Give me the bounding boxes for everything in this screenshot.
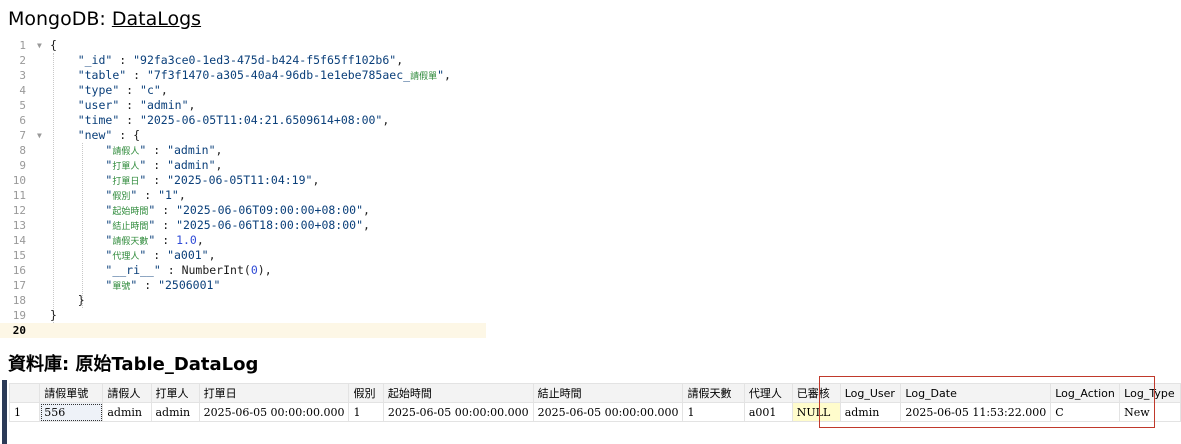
line-number: 9 [19, 159, 26, 172]
collection-link[interactable]: DataLogs [112, 8, 201, 30]
line-number: 15 [12, 249, 26, 262]
fold-arrow-icon[interactable]: ▼ [37, 128, 42, 143]
line-number: 3 [19, 69, 26, 82]
log-columns-highlight [819, 376, 1155, 428]
line-number: 12 [12, 204, 26, 217]
column-header[interactable]: 打單日 [198, 383, 350, 403]
code-line: 19 } [0, 308, 486, 323]
column-header[interactable]: 結止時間 [532, 383, 684, 403]
code-line: 17 "單號" : "2506001" [0, 278, 486, 293]
line-number: 8 [19, 144, 26, 157]
line-number: 17 [12, 279, 26, 292]
code-line: 2 "_id" : "92fa3ce0-1ed3-475d-b424-f5f65… [0, 53, 486, 68]
table-cell[interactable]: 1 [348, 402, 384, 422]
code-line: 13 "結止時間" : "2025-06-06T18:00:00+08:00", [0, 218, 486, 233]
code-line: 14 "請假天數" : 1.0, [0, 233, 486, 248]
column-header[interactable]: 請假人 [102, 383, 152, 403]
line-number: 5 [19, 99, 26, 112]
row-number[interactable]: 1 [8, 402, 41, 422]
line-number: 14 [12, 234, 26, 247]
line-number: 11 [12, 189, 26, 202]
code-line: 3 "table" : "7f3f1470-a305-40a4-96db-1e1… [0, 68, 486, 83]
code-line: 8 "請假人" : "admin", [0, 143, 486, 158]
code-line: 10 "打單日" : "2025-06-05T11:04:19", [0, 173, 486, 188]
table-cell[interactable]: admin [102, 402, 152, 422]
table-cell[interactable]: 2025-06-05 00:00:00.000 [532, 402, 684, 422]
code-line-active[interactable]: 20 [0, 323, 486, 338]
line-number: 1 [19, 39, 26, 52]
grid-left-bar [2, 380, 7, 444]
line-number: 6 [19, 114, 26, 127]
table-cell[interactable]: admin [150, 402, 200, 422]
column-header[interactable]: 請假單號 [39, 383, 104, 403]
line-number: 20 [12, 324, 26, 337]
table-cell[interactable]: a001 [743, 402, 793, 422]
code-line: 18 } [0, 293, 486, 308]
column-header[interactable]: 假別 [348, 383, 384, 403]
line-number: 7 [19, 129, 26, 142]
code-line: 11 "假別" : "1", [0, 188, 486, 203]
fold-arrow-icon[interactable]: ▼ [37, 38, 42, 53]
code-line: 1 ▼ { [0, 38, 486, 53]
db-table-heading: 資料庫: 原始Table_DataLog [8, 354, 259, 375]
table-cell[interactable]: 1 [682, 402, 745, 422]
column-header[interactable]: 打單人 [150, 383, 200, 403]
code-line: 15 "代理人" : "a001", [0, 248, 486, 263]
code-line: 6 "time" : "2025-06-05T11:04:21.6509614+… [0, 113, 486, 128]
table-cell[interactable]: 2025-06-05 00:00:00.000 [198, 402, 350, 422]
json-editor[interactable]: 1 ▼ { 2 "_id" : "92fa3ce0-1ed3-475d-b424… [0, 38, 486, 340]
line-number: 2 [19, 54, 26, 67]
code-line: 4 "type" : "c", [0, 83, 486, 98]
line-number: 4 [19, 84, 26, 97]
line-number: 16 [12, 264, 26, 277]
line-number: 19 [12, 309, 26, 322]
code-line: 12 "起始時間" : "2025-06-06T09:00:00+08:00", [0, 203, 486, 218]
line-number: 13 [12, 219, 26, 232]
code-line: 7 ▼ "new" : { [0, 128, 486, 143]
column-header[interactable]: 代理人 [743, 383, 793, 403]
heading-prefix: MongoDB: [8, 8, 112, 30]
column-header[interactable]: 請假天數 [682, 383, 745, 403]
code-line: 16 "__ri__" : NumberInt(0), [0, 263, 486, 278]
code-line: 9 "打單人" : "admin", [0, 158, 486, 173]
row-header-corner[interactable] [8, 383, 41, 403]
code-line: 5 "user" : "admin", [0, 98, 486, 113]
line-number: 10 [12, 174, 26, 187]
column-header[interactable]: 起始時間 [382, 383, 534, 403]
table-cell[interactable]: 556 [39, 402, 104, 422]
mongodb-heading: MongoDB: DataLogs [8, 8, 201, 30]
table-cell[interactable]: 2025-06-05 00:00:00.000 [382, 402, 534, 422]
line-number: 18 [12, 294, 26, 307]
